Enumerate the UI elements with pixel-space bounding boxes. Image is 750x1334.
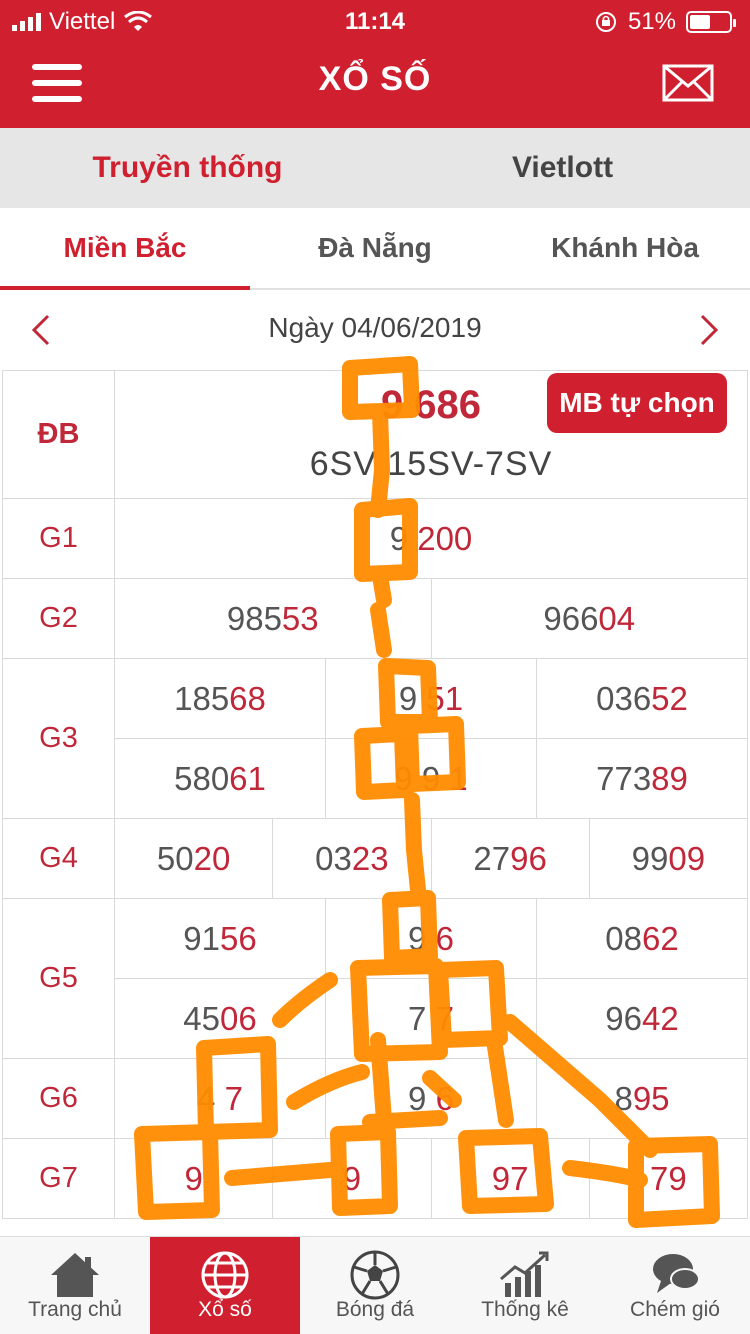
prize-number: 9 6 <box>325 898 537 979</box>
status-right: 51% <box>594 8 736 36</box>
prize-label-g6: G6 <box>2 1058 115 1139</box>
draw-date: Ngày 04/06/2019 <box>268 312 482 343</box>
tab-chem-gio[interactable]: Chém gió <box>600 1237 750 1334</box>
row-g5b: 4506 7 7 9642 <box>3 978 748 1059</box>
prize-number: 9 <box>113 1138 274 1219</box>
bottom-tab-bar: Trang chủ Xổ số Bóng đá Thống kê Chém gi… <box>0 1236 750 1334</box>
region-tabs: Miền Bắc Đà Nẵng Khánh Hòa <box>0 208 750 290</box>
tab-label: Bóng đá <box>335 1298 415 1321</box>
prize-number: 0862 <box>536 898 748 979</box>
prize-number: 0323 <box>272 818 432 899</box>
row-g6: G6 4 7 9 6 895 <box>2 1058 748 1139</box>
chevron-right-icon[interactable] <box>688 310 728 350</box>
prize-number: 9 200 <box>114 498 748 579</box>
prize-label-db: ĐB <box>2 370 115 499</box>
tab-xo-so[interactable]: Xổ số <box>150 1237 300 1334</box>
battery-percent: 51% <box>627 8 676 35</box>
tab-thong-ke[interactable]: Thống kê <box>450 1237 600 1334</box>
tab-label: Thống kê <box>481 1298 569 1321</box>
row-db: ĐB 9 686 6SV 15SV-7SV MB tự chọn <box>2 370 748 499</box>
tab-trang-chu[interactable]: Trang chủ <box>0 1237 150 1334</box>
prize-number: 58061 <box>114 738 326 819</box>
prize-number: 98553 <box>114 578 432 659</box>
row-g7: G7 9 9 97 79 <box>2 1138 749 1219</box>
prize-number: 96604 <box>430 578 748 659</box>
special-prize-code: 6SV 15SV-7SV <box>309 445 553 483</box>
battery-icon <box>686 11 736 33</box>
prize-number: 7 7 <box>325 978 537 1059</box>
status-bar: Viettel 11:14 51% <box>0 0 750 40</box>
home-icon <box>51 1253 99 1297</box>
prize-number: 2796 <box>430 818 590 899</box>
page-title: XỔ SỐ <box>318 60 432 98</box>
chart-icon <box>500 1251 549 1297</box>
prize-label-g5: G5 <box>2 898 115 1059</box>
prize-number: 5020 <box>113 818 274 899</box>
tab-label: Xổ số <box>198 1298 252 1321</box>
prize-number: 9156 <box>114 898 326 979</box>
date-navigator: Ngày 04/06/2019 <box>0 290 750 370</box>
prize-label-g1: G1 <box>2 498 115 579</box>
prize-number: 9 <box>272 1138 432 1219</box>
prize-number: 895 <box>536 1058 748 1139</box>
prize-number: 9642 <box>536 978 748 1059</box>
prize-number: 18568 <box>114 658 326 739</box>
prize-number: 97 <box>430 1138 590 1219</box>
tab-truyen-thong[interactable]: Truyền thống <box>0 128 375 208</box>
tab-da-nang[interactable]: Đà Nẵng <box>250 208 500 288</box>
row-g3: G3 18568 9 51 03652 <box>2 658 748 819</box>
row-g4: G4 5020 0323 2796 9909 <box>2 818 749 899</box>
prize-number: 79 <box>588 1138 749 1219</box>
soccer-ball-icon <box>350 1250 400 1300</box>
prize-label-g3: G3 <box>2 658 115 819</box>
tab-bong-da[interactable]: Bóng đá <box>300 1237 450 1334</box>
prize-number: 9909 <box>588 818 749 899</box>
prize-number: 4 7 <box>114 1058 326 1139</box>
tab-label: Chém gió <box>630 1298 720 1321</box>
tab-vietlott[interactable]: Vietlott <box>375 128 750 208</box>
prize-number: 03652 <box>536 658 748 739</box>
prize-number: 9 51 <box>325 658 537 739</box>
special-prize-cell: 9 686 6SV 15SV-7SV MB tự chọn <box>114 370 748 499</box>
row-g1: G1 9 200 <box>2 498 748 579</box>
lottery-type-tabs: Truyền thống Vietlott <box>0 128 750 208</box>
tab-label: Trang chủ <box>28 1298 122 1321</box>
prize-label-g2: G2 <box>2 578 115 659</box>
top-bar: Viettel 11:14 51% XỔ SỐ <box>0 0 750 128</box>
prize-number: 4506 <box>114 978 326 1059</box>
globe-icon <box>201 1251 249 1299</box>
prize-label-g7: G7 <box>2 1138 115 1219</box>
tab-mien-bac[interactable]: Miền Bắc <box>0 208 250 290</box>
row-g2: G2 98553 96604 <box>2 578 748 659</box>
prize-number: 9 9 1 <box>325 738 537 819</box>
prize-label-g4: G4 <box>2 818 115 899</box>
envelope-icon[interactable] <box>662 64 714 102</box>
mb-tu-chon-button[interactable]: MB tự chọn <box>547 373 727 433</box>
chat-icon <box>653 1254 700 1293</box>
results-table: ĐB 9 686 6SV 15SV-7SV MB tự chọn G1 9 20… <box>2 370 749 1219</box>
rotation-lock-icon <box>595 12 616 32</box>
row-g5: G5 9156 9 6 0862 <box>2 898 748 1059</box>
tab-khanh-hoa[interactable]: Khánh Hòa <box>500 208 750 288</box>
prize-number: 77389 <box>536 738 748 819</box>
row-g3b: 58061 9 9 1 77389 <box>3 738 748 819</box>
prize-number: 9 6 <box>325 1058 537 1139</box>
